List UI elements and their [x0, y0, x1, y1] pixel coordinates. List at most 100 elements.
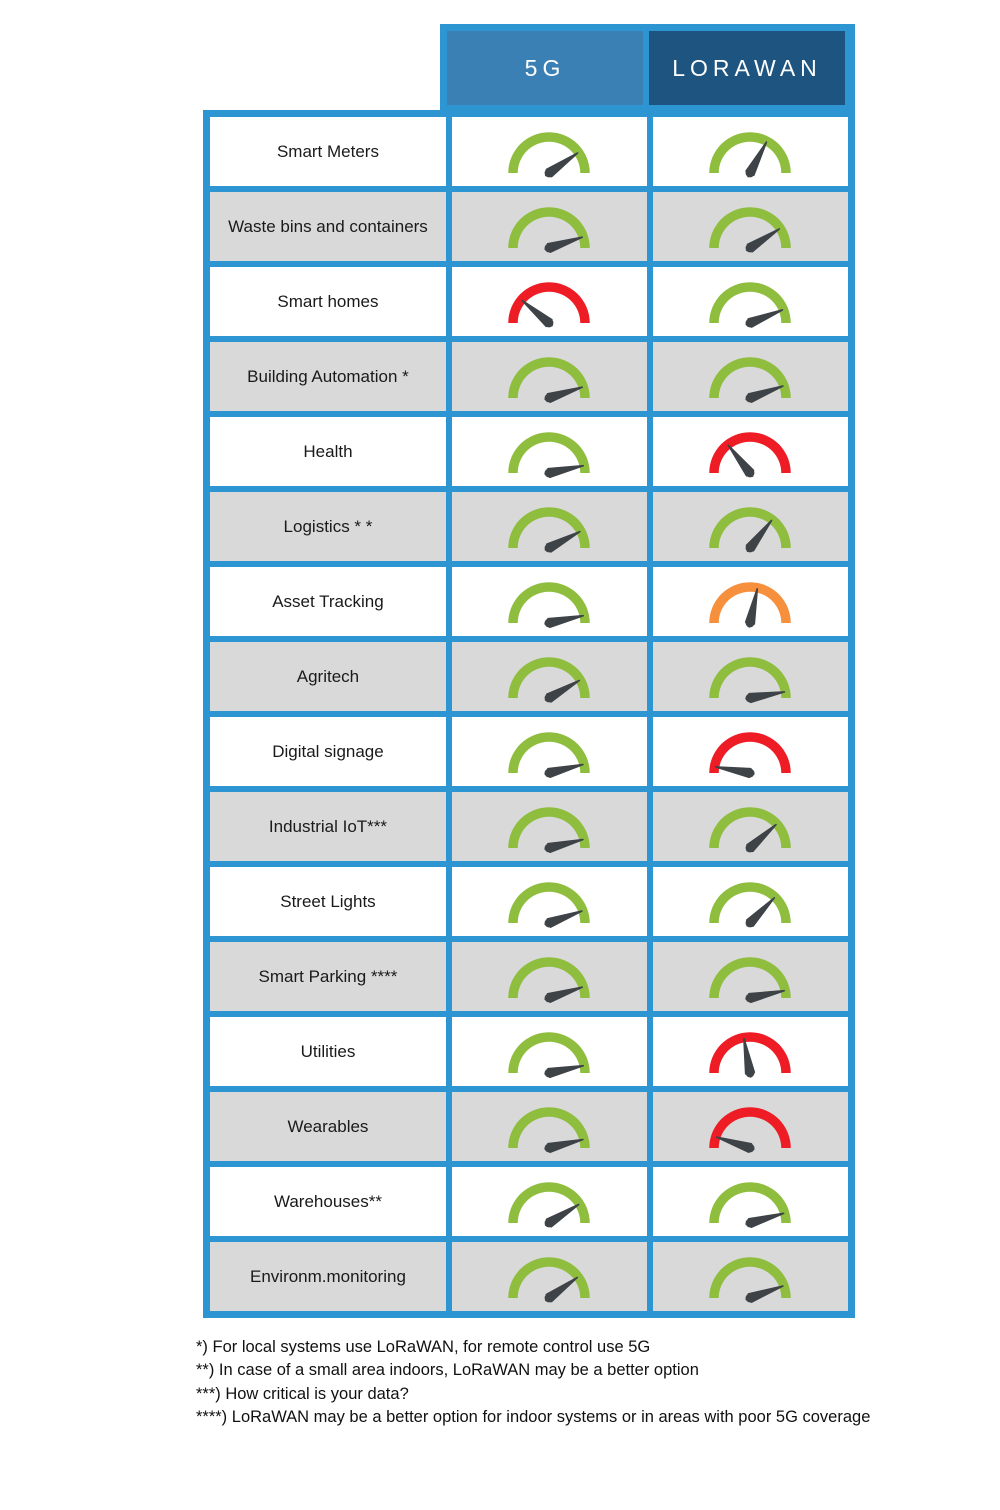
- gauge-hub: [545, 918, 554, 927]
- gauge-arc: [508, 206, 591, 248]
- gauge-hub: [545, 1293, 554, 1302]
- comparison-infographic: 5G LORAWAN Smart Meters Waste bins and con…: [0, 0, 1000, 1510]
- table-row: Wearables: [210, 1092, 849, 1161]
- gauge-5g-cell: [451, 1167, 647, 1236]
- gauge-arc: [709, 1106, 792, 1148]
- gauge-5g-cell: [451, 267, 647, 336]
- gauge-hub: [746, 993, 755, 1002]
- gauge-5g-cell: [451, 1092, 647, 1161]
- row-label-0: Smart Meters: [210, 117, 446, 186]
- table-row: Asset Tracking: [210, 567, 849, 636]
- gauge-5g-icon: [508, 1181, 591, 1228]
- gauge-lorawan-cell: [652, 1092, 849, 1161]
- gauge-hub: [545, 243, 554, 252]
- row-label-6: Asset Tracking: [210, 567, 446, 636]
- gauge-5g-cell: [451, 342, 647, 411]
- gauge-hub: [746, 1293, 755, 1302]
- gauge-hub: [746, 243, 755, 252]
- row-label-11: Smart Parking ****: [210, 942, 446, 1011]
- row-label-5: Logistics * *: [210, 492, 446, 561]
- gauge-5g-cell: [451, 567, 647, 636]
- gauge-5g-cell: [451, 1017, 647, 1086]
- table-row: Agritech: [210, 642, 849, 711]
- gauge-hub: [746, 918, 755, 927]
- gauge-hub: [746, 618, 755, 627]
- gauge-hub: [545, 318, 554, 327]
- gauge-hub: [545, 393, 554, 402]
- footnote-3: ***) How critical is your data?: [196, 1384, 409, 1403]
- gauge-lorawan-cell: [652, 342, 849, 411]
- footnote-4: ****) LoRaWAN may be a better option for…: [196, 1408, 871, 1427]
- row-label-15: Environm.monitoring: [210, 1242, 446, 1311]
- gauge-hub: [746, 468, 755, 477]
- gauge-5g-cell: [451, 642, 647, 711]
- table-row: Smart Meters: [210, 117, 849, 186]
- footnotes-block: *) For local systems use LoRaWAN, for re…: [196, 1336, 906, 1430]
- gauge-hub: [746, 168, 755, 177]
- gauge-hub: [545, 768, 554, 777]
- gauge-hub: [746, 393, 755, 402]
- gauge-lorawan-cell: [652, 1242, 849, 1311]
- table-row: Waste bins and containers: [210, 192, 849, 261]
- gauge-5g-cell: [451, 492, 647, 561]
- gauge-hub: [545, 1218, 554, 1227]
- gauge-hub: [545, 543, 554, 552]
- row-label-1: Waste bins and containers: [210, 192, 446, 261]
- gauge-arc: [709, 1256, 792, 1298]
- row-label-10: Street Lights: [210, 867, 446, 936]
- table-row: Environm.monitoring: [210, 1242, 849, 1311]
- table-row: Digital signage: [210, 717, 849, 786]
- gauge-hub: [545, 618, 554, 627]
- gauge-5g-icon: [508, 281, 591, 327]
- gauge-5g-icon: [508, 506, 591, 553]
- gauge-5g-icon: [508, 731, 591, 778]
- gauge-arc: [508, 881, 591, 923]
- gauge-5g-icon: [508, 431, 591, 478]
- gauge-lorawan-cell: [652, 192, 849, 261]
- gauge-5g-icon: [508, 206, 591, 253]
- gauge-arc: [709, 1181, 792, 1223]
- gauge-lorawan-icon: [709, 1256, 792, 1303]
- row-label-14: Warehouses**: [210, 1167, 446, 1236]
- gauge-hub: [545, 468, 554, 477]
- gauge-lorawan-icon: [709, 1181, 792, 1228]
- table-row: Utilities: [210, 1017, 849, 1086]
- gauge-arc: [508, 1181, 591, 1223]
- gauge-hub: [545, 993, 554, 1002]
- gauge-lorawan-cell: [652, 792, 849, 861]
- gauge-lorawan-icon: [709, 956, 792, 1003]
- gauge-arc: [709, 356, 792, 398]
- gauge-lorawan-icon: [709, 806, 792, 852]
- table-row: Street Lights: [210, 867, 849, 936]
- footnote-1: *) For local systems use LoRaWAN, for re…: [196, 1338, 651, 1356]
- gauge-lorawan-icon: [709, 356, 792, 403]
- gauge-lorawan-cell: [652, 117, 849, 186]
- gauge-lorawan-cell: [652, 567, 849, 636]
- gauge-lorawan-cell: [652, 492, 849, 561]
- gauge-hub: [545, 693, 554, 702]
- gauge-5g-icon: [508, 131, 591, 177]
- gauge-hub: [746, 693, 755, 702]
- gauge-5g-icon: [508, 881, 591, 928]
- gauge-lorawan-cell: [652, 1167, 849, 1236]
- table-row: Logistics * *: [210, 492, 849, 561]
- gauge-5g-icon: [508, 581, 591, 628]
- gauge-5g-cell: [451, 192, 647, 261]
- footnote-2: **) In case of a small area indoors, LoR…: [196, 1361, 699, 1380]
- gauge-5g-cell: [451, 942, 647, 1011]
- gauge-lorawan-cell: [652, 942, 849, 1011]
- table-row: Smart homes: [210, 267, 849, 336]
- gauge-hub: [545, 168, 554, 177]
- header-col-5g: 5G: [447, 31, 643, 105]
- gauge-arc: [508, 956, 591, 998]
- gauge-5g-icon: [508, 956, 591, 1003]
- gauge-lorawan-icon: [709, 206, 792, 252]
- gauge-lorawan-icon: [709, 281, 792, 328]
- gauge-arc: [709, 281, 792, 323]
- gauge-lorawan-icon: [709, 431, 792, 477]
- gauge-lorawan-icon: [709, 656, 792, 703]
- gauge-lorawan-icon: [709, 1106, 792, 1153]
- gauge-5g-cell: [451, 1242, 647, 1311]
- gauge-5g-icon: [508, 806, 591, 853]
- gauge-lorawan-icon: [709, 1031, 792, 1078]
